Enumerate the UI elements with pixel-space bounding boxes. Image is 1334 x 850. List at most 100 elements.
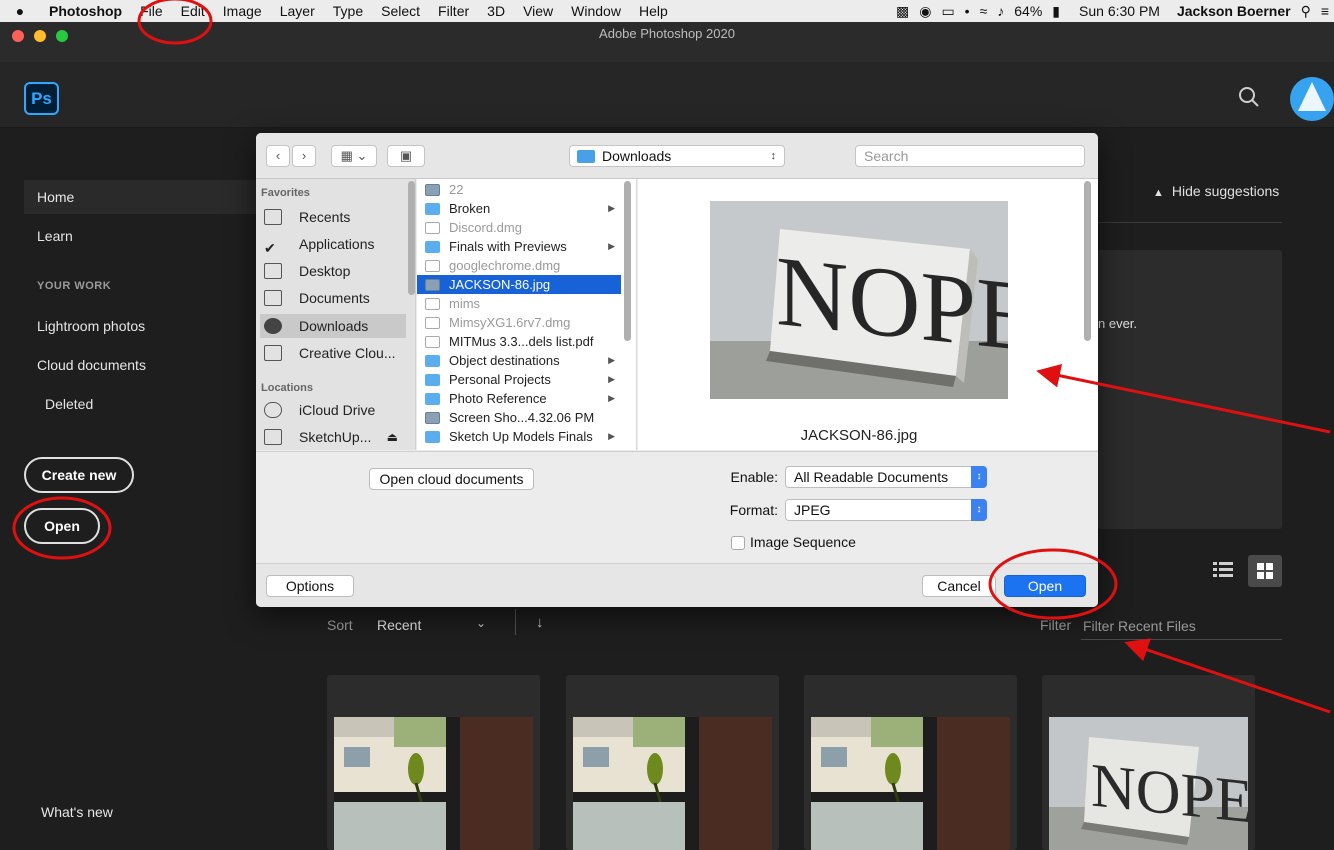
dialog-sidebar: Favorites Recents ✔ Applications Desktop …: [256, 179, 416, 450]
file-list-scrollbar[interactable]: [624, 181, 631, 341]
sidebar-item-cloud-documents[interactable]: Cloud documents: [37, 357, 146, 373]
battery-percent[interactable]: 64%: [1009, 3, 1047, 19]
sidebar-item-documents[interactable]: Documents: [260, 286, 406, 310]
back-button[interactable]: ‹: [266, 145, 290, 167]
creative-cloud-icon[interactable]: ▩: [891, 3, 914, 20]
document-icon: [425, 260, 440, 272]
sidebar-item-deleted[interactable]: Deleted: [45, 396, 93, 412]
file-name: Object destinations: [449, 353, 560, 368]
location-popup[interactable]: Downloads ↕: [569, 145, 785, 167]
apple-menu-icon[interactable]: ●: [0, 3, 40, 19]
preview-scrollbar[interactable]: [1084, 181, 1091, 341]
recent-file-thumbnail: [811, 717, 1010, 850]
sort-dropdown[interactable]: Recent: [377, 617, 421, 633]
file-list-item[interactable]: Finals with Previews ▶: [417, 237, 621, 256]
open-button[interactable]: Open: [24, 508, 100, 544]
forward-button[interactable]: ›: [292, 145, 316, 167]
grid-view-button[interactable]: [1248, 555, 1282, 587]
file-list-item[interactable]: Personal Projects ▶: [417, 370, 621, 389]
menu-help[interactable]: Help: [630, 3, 677, 19]
menu-edit[interactable]: Edit: [172, 3, 214, 19]
menu-window[interactable]: Window: [562, 3, 630, 19]
browser-icon[interactable]: ◉: [914, 3, 936, 20]
file-list-item[interactable]: Screen Sho...4.32.06 PM: [417, 408, 621, 427]
dialog-search-input[interactable]: [855, 145, 1085, 167]
image-sequence-label[interactable]: Image Sequence: [750, 534, 856, 550]
create-new-button[interactable]: Create new: [24, 457, 134, 493]
disclosure-arrow-icon: ▶: [608, 393, 615, 403]
sidebar-item-icloud-drive[interactable]: iCloud Drive: [260, 398, 406, 422]
file-name: Sketch Up Models Finals: [449, 429, 593, 444]
file-list-item[interactable]: Sketch Up Models Finals ▶: [417, 427, 621, 446]
image-sequence-checkbox[interactable]: [731, 536, 745, 550]
format-dropdown[interactable]: JPEG ↕: [785, 499, 987, 521]
notification-center-icon[interactable]: ≡: [1316, 3, 1334, 19]
chevron-down-icon[interactable]: ⌄: [476, 616, 486, 630]
sidebar-item-downloads[interactable]: Downloads: [260, 314, 406, 338]
eject-icon[interactable]: ⏏: [387, 425, 398, 449]
airplay-icon[interactable]: ▭: [936, 3, 959, 20]
list-view-icon[interactable]: [1210, 557, 1236, 583]
menu-image[interactable]: Image: [214, 3, 271, 19]
chevron-left-icon: ‹: [275, 148, 281, 163]
menu-filter[interactable]: Filter: [429, 3, 478, 19]
sidebar-scrollbar[interactable]: [408, 181, 415, 295]
sidebar-item-home[interactable]: Home: [37, 189, 74, 205]
filter-recent-files-input[interactable]: [1081, 612, 1282, 640]
sidebar-item-learn[interactable]: Learn: [37, 228, 73, 244]
open-cloud-documents-button[interactable]: Open cloud documents: [369, 468, 534, 490]
file-list-item[interactable]: 22: [417, 180, 621, 199]
new-folder-button[interactable]: ▣: [387, 145, 425, 167]
menu-app-photoshop[interactable]: Photoshop: [40, 3, 131, 19]
sidebar-item-sketchup[interactable]: SketchUp... ⏏: [260, 425, 406, 449]
file-list-item[interactable]: Broken ▶: [417, 199, 621, 218]
bluetooth-icon[interactable]: •: [960, 3, 975, 19]
menu-layer[interactable]: Layer: [271, 3, 324, 19]
file-list-item[interactable]: MITMus 3.3...dels list.pdf: [417, 332, 621, 351]
file-list-item[interactable]: Object destinations ▶: [417, 351, 621, 370]
file-name: Broken: [449, 201, 491, 216]
dialog-open-button[interactable]: Open: [1004, 575, 1086, 597]
battery-icon[interactable]: ▮: [1047, 3, 1065, 20]
clock[interactable]: Sun 6:30 PM: [1065, 3, 1165, 19]
sidebar-item-lightroom-photos[interactable]: Lightroom photos: [37, 318, 145, 334]
whats-new-link[interactable]: What's new: [41, 804, 113, 820]
sidebar-item-desktop[interactable]: Desktop: [260, 259, 406, 283]
spotlight-icon[interactable]: ⚲: [1296, 3, 1316, 20]
sort-direction-arrow-icon[interactable]: ↓: [536, 614, 544, 631]
volume-icon[interactable]: ♪: [992, 3, 1009, 19]
menu-select[interactable]: Select: [372, 3, 429, 19]
menu-type[interactable]: Type: [324, 3, 372, 19]
menu-file[interactable]: File: [131, 3, 172, 19]
file-list-item[interactable]: googlechrome.dmg: [417, 256, 621, 275]
options-button[interactable]: Options: [266, 575, 354, 597]
recent-file-card[interactable]: NOPE: [1042, 675, 1255, 850]
column-view-icon: ▦ ⌄: [340, 148, 368, 163]
recent-file-card[interactable]: [327, 675, 540, 850]
menu-3d[interactable]: 3D: [478, 3, 514, 19]
user-name[interactable]: Jackson Boerner: [1165, 3, 1296, 19]
sidebar-item-recents[interactable]: Recents: [260, 205, 406, 229]
hide-suggestions-button[interactable]: ▲ Hide suggestions: [1153, 183, 1279, 199]
wifi-icon[interactable]: ≈: [975, 3, 993, 19]
new-folder-icon: ▣: [399, 148, 413, 163]
cancel-button[interactable]: Cancel: [922, 575, 996, 597]
avatar[interactable]: [1290, 77, 1334, 121]
search-icon[interactable]: [1236, 84, 1262, 110]
file-list-item[interactable]: Photo Reference ▶: [417, 389, 621, 408]
file-name: Personal Projects: [449, 372, 551, 387]
file-list-item[interactable]: MimsyXG1.6rv7.dmg: [417, 313, 621, 332]
menu-view[interactable]: View: [514, 3, 562, 19]
recent-file-card[interactable]: [804, 675, 1017, 850]
recent-file-card[interactable]: [566, 675, 779, 850]
disclosure-arrow-icon: ▶: [608, 431, 615, 441]
file-list-item[interactable]: JACKSON-86.jpg: [417, 275, 621, 294]
file-list-item[interactable]: Discord.dmg: [417, 218, 621, 237]
sidebar-item-applications[interactable]: ✔ Applications: [260, 232, 406, 256]
sidebar-item-creative-cloud[interactable]: Creative Clou...: [260, 341, 406, 365]
enable-dropdown[interactable]: All Readable Documents ↕: [785, 466, 987, 488]
file-list-item[interactable]: mims: [417, 294, 621, 313]
documents-icon: [264, 290, 282, 306]
file-name: MimsyXG1.6rv7.dmg: [449, 315, 571, 330]
view-mode-button[interactable]: ▦ ⌄: [331, 145, 377, 167]
